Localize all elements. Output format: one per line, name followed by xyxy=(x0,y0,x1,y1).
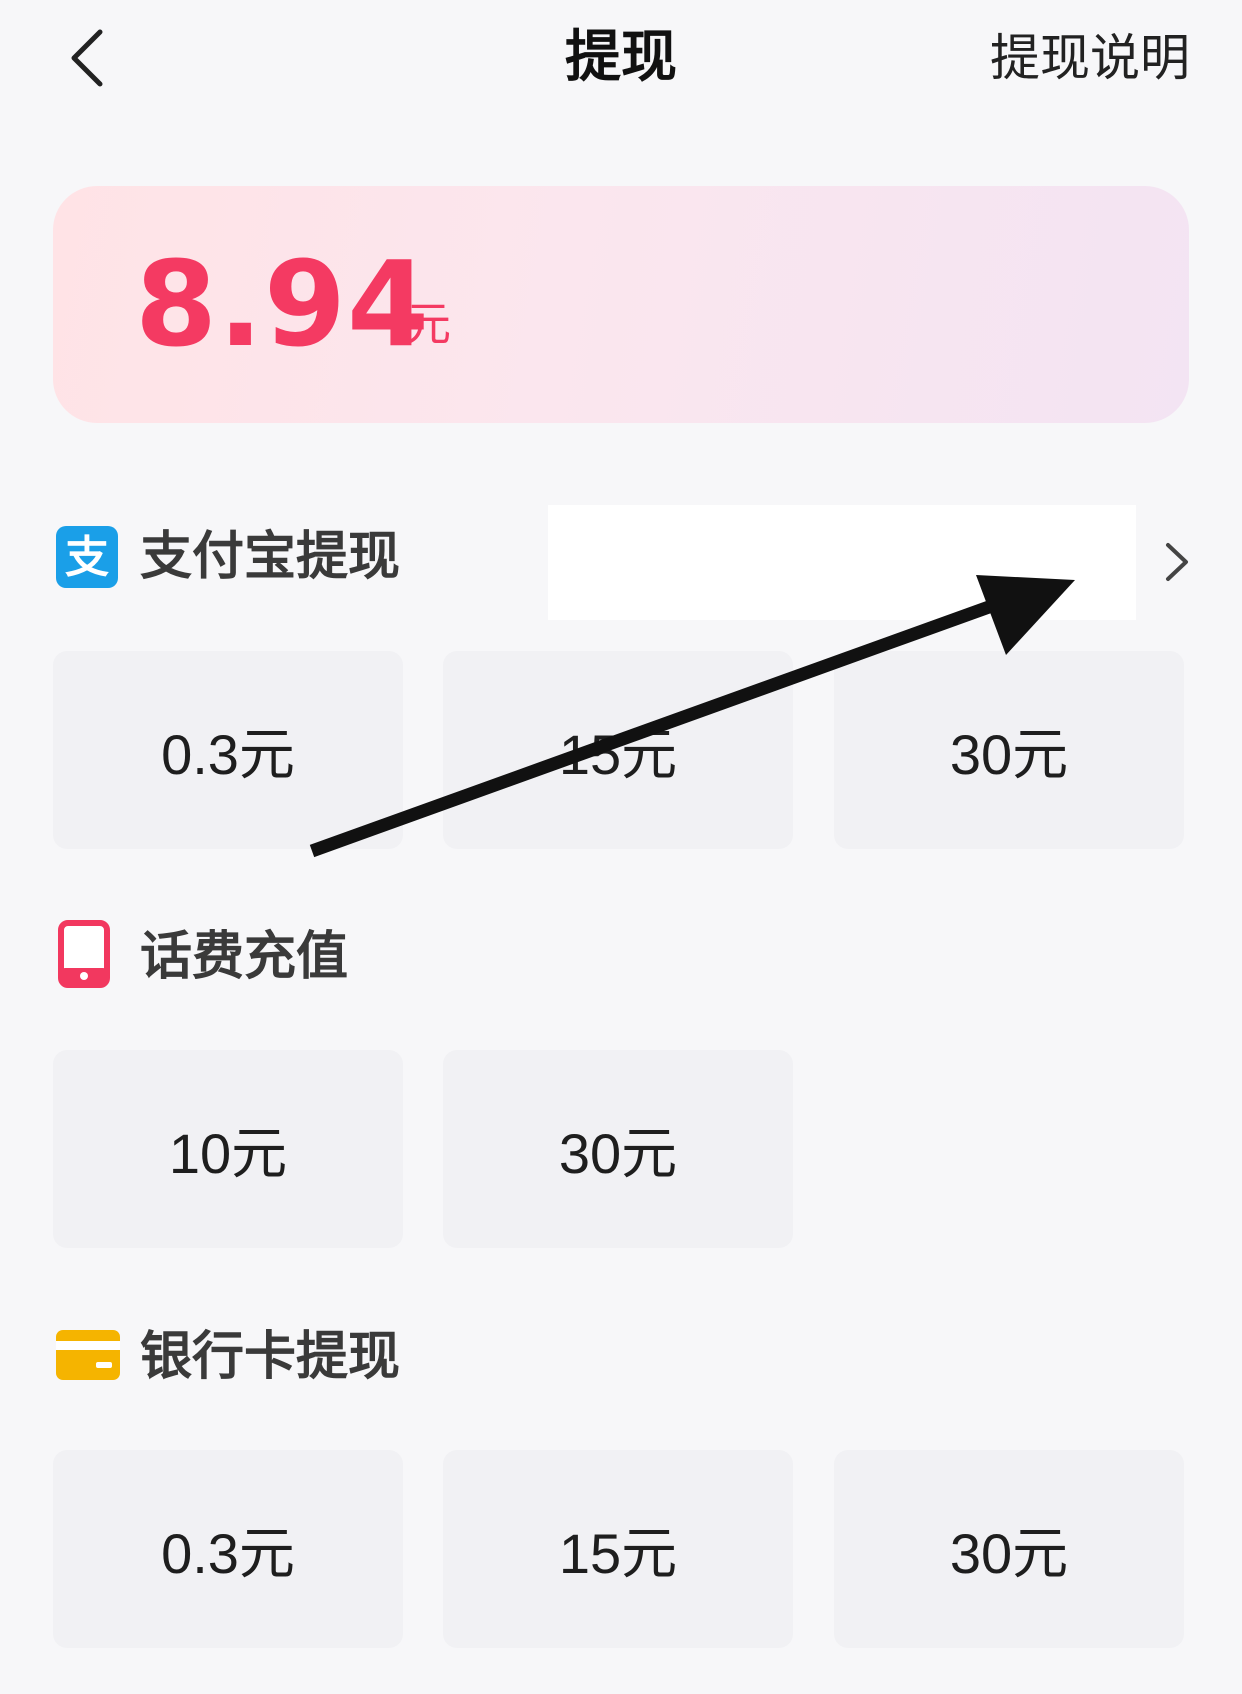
alipay-icon: 支 xyxy=(56,526,118,592)
bank-section-title: 银行卡提现 xyxy=(140,1327,401,1387)
svg-text:支: 支 xyxy=(65,532,109,583)
phone-option-tile[interactable]: 30元 xyxy=(443,1050,793,1248)
bank-option-tile[interactable]: 15元 xyxy=(443,1450,793,1648)
balance-unit: 元 xyxy=(405,297,451,351)
phone-section-title: 话费充值 xyxy=(140,927,349,987)
alipay-option-tile[interactable]: 30元 xyxy=(834,651,1184,849)
phone-option-tile[interactable]: 10元 xyxy=(53,1050,403,1248)
alipay-option-tile[interactable]: 0.3元 xyxy=(53,651,403,849)
bank-card-icon xyxy=(56,1330,120,1384)
withdraw-help-link[interactable]: 提现说明 xyxy=(990,18,1190,98)
bank-option-tile[interactable]: 0.3元 xyxy=(53,1450,403,1648)
redacted-area xyxy=(548,505,1136,620)
balance-card: 8.94 元 xyxy=(53,186,1189,423)
alipay-section-title: 支付宝提现 xyxy=(140,527,401,587)
chevron-right-icon[interactable] xyxy=(1160,537,1192,587)
balance-amount: 8.94 xyxy=(135,235,431,373)
bank-option-tile[interactable]: 30元 xyxy=(834,1450,1184,1648)
alipay-option-tile[interactable]: 15元 xyxy=(443,651,793,849)
phone-icon xyxy=(58,920,110,992)
